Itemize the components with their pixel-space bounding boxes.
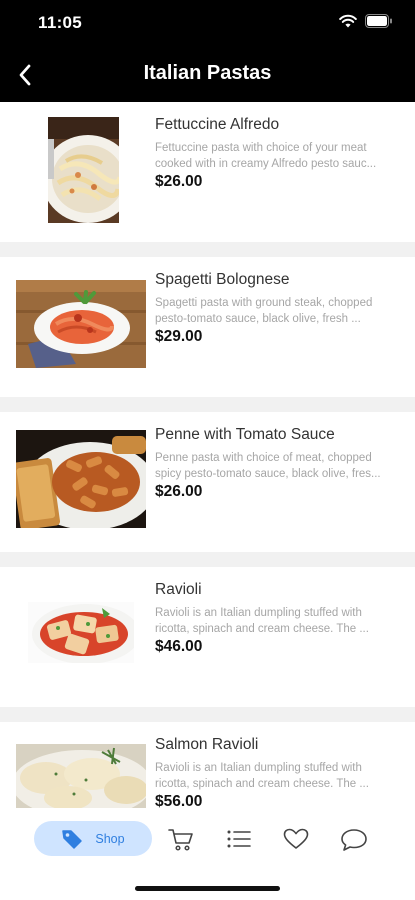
separator	[0, 552, 415, 567]
cart-icon[interactable]	[168, 828, 194, 852]
product-description: Ravioli is an Italian dumpling stuffed w…	[155, 762, 369, 790]
product-item-ravioli[interactable]: Ravioli Ravioli is an Italian dumpling s…	[0, 567, 415, 707]
product-image	[28, 602, 134, 663]
product-description: Spagetti pasta with ground steak, choppe…	[155, 297, 373, 325]
product-name: Penne with Tomato Sauce	[155, 426, 335, 443]
product-image	[16, 744, 146, 808]
nav-bar: Italian Pastas	[0, 48, 415, 102]
wifi-icon	[339, 14, 357, 28]
separator	[0, 397, 415, 412]
separator	[0, 707, 415, 722]
product-description: Fettuccine pasta with choice of your mea…	[155, 142, 377, 170]
product-name: Spagetti Bolognese	[155, 271, 290, 288]
product-item-penne-with-tomato-sauce[interactable]: Penne with Tomato Sauce Penne pasta with…	[0, 412, 415, 552]
product-price: $56.00	[155, 793, 203, 808]
product-image	[48, 117, 119, 223]
tab-shop-label: Shop	[95, 831, 125, 846]
tab-bar: Shop	[0, 808, 415, 868]
page-title: Italian Pastas	[143, 62, 272, 84]
product-image	[16, 280, 146, 368]
tag-icon	[62, 829, 83, 849]
product-name: Ravioli	[155, 581, 202, 598]
product-price: $26.00	[155, 483, 203, 500]
product-name: Fettuccine Alfredo	[155, 116, 280, 133]
home-indicator	[135, 886, 280, 891]
status-bar: 11:05	[0, 0, 415, 48]
list-icon[interactable]	[226, 828, 252, 850]
product-name: Salmon Ravioli	[155, 736, 259, 753]
product-description: Ravioli is an Italian dumpling stuffed w…	[155, 607, 369, 635]
product-item-spagetti-bolognese[interactable]: Spagetti Bolognese Spagetti pasta with g…	[0, 257, 415, 397]
battery-icon	[365, 14, 392, 28]
product-price: $46.00	[155, 638, 203, 655]
separator	[0, 242, 415, 257]
product-price: $26.00	[155, 173, 203, 190]
product-item-fettuccine-alfredo[interactable]: Fettuccine Alfredo Fettuccine pasta with…	[0, 102, 415, 242]
tab-shop[interactable]: Shop	[34, 821, 152, 856]
heart-icon[interactable]	[283, 828, 309, 850]
chat-icon[interactable]	[340, 828, 368, 852]
status-icons	[339, 14, 393, 28]
status-time: 11:05	[38, 13, 83, 32]
product-item-salmon-ravioli[interactable]: Salmon Ravioli Ravioli is an Italian dum…	[0, 722, 415, 808]
product-image	[16, 430, 146, 528]
product-description: Penne pasta with choice of meat, chopped…	[155, 452, 381, 480]
product-price: $29.00	[155, 328, 203, 345]
product-list[interactable]: Fettuccine Alfredo Fettuccine pasta with…	[0, 102, 415, 808]
